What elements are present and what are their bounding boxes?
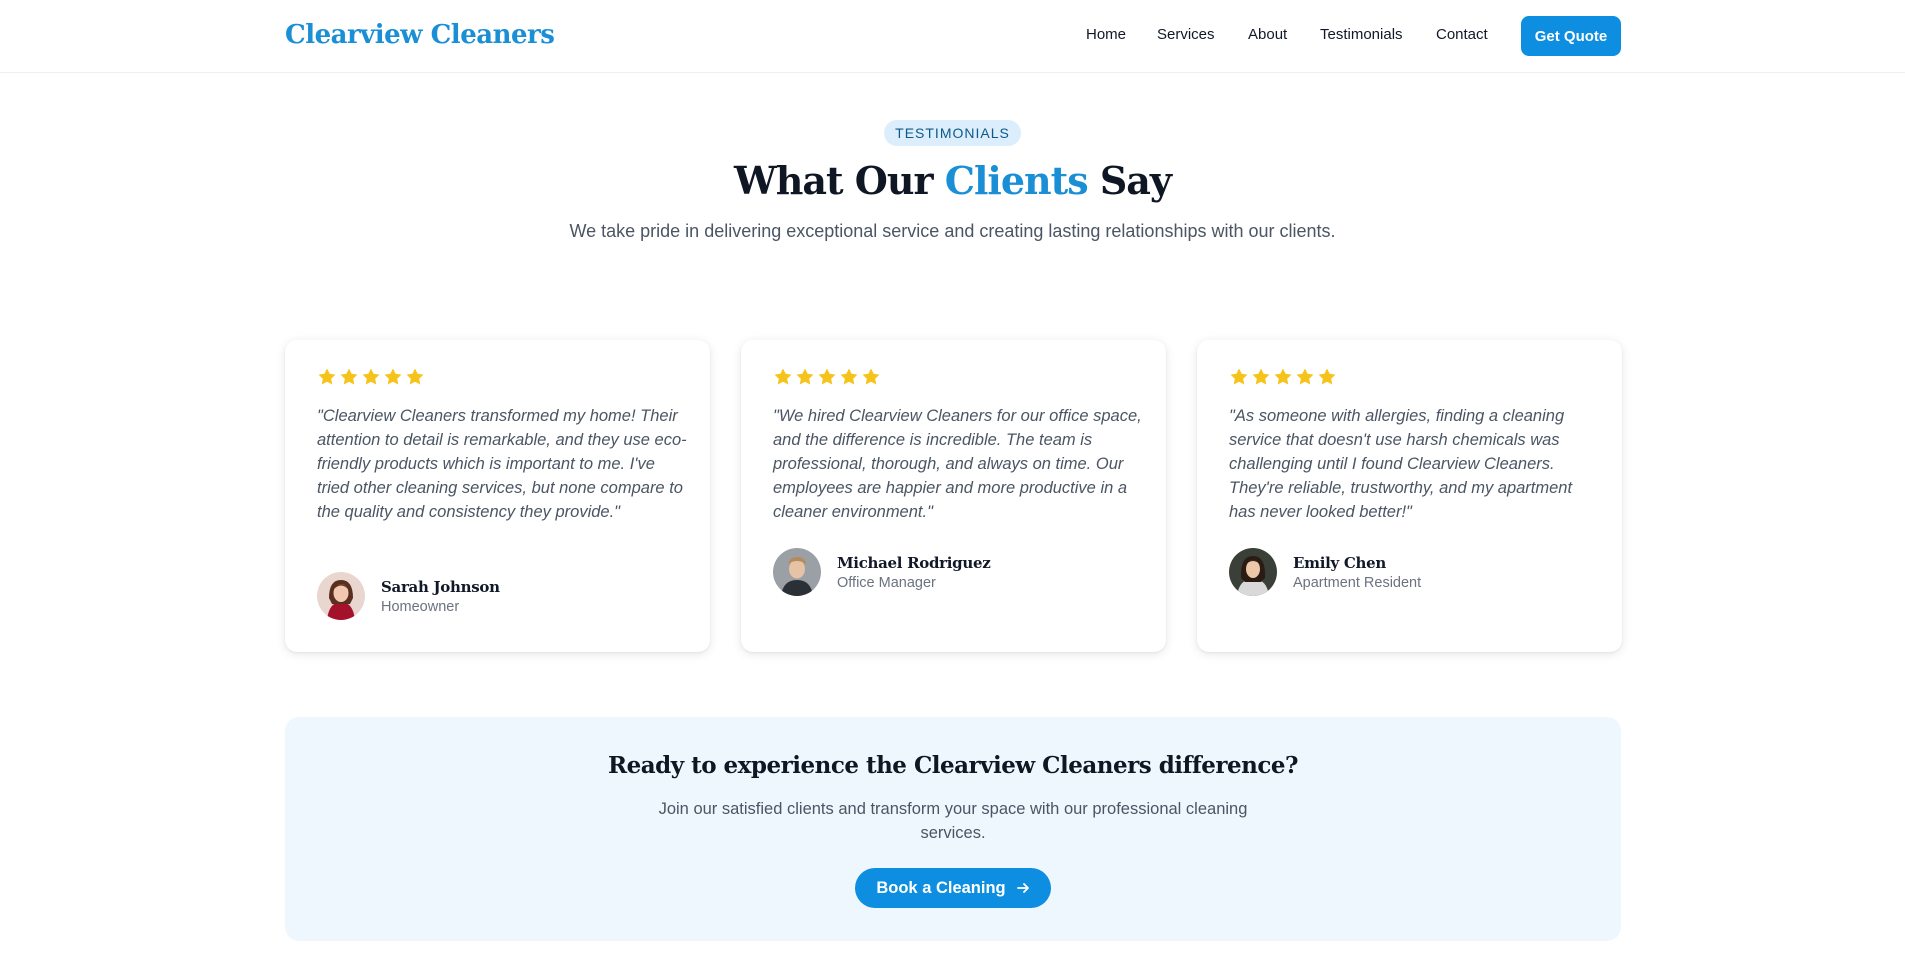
avatar xyxy=(773,548,821,596)
star-icon xyxy=(862,368,880,385)
testimonial-author: Michael Rodriguez Office Manager xyxy=(773,548,991,596)
star-icon xyxy=(1252,368,1270,385)
brand-logo[interactable]: Clearview Cleaners xyxy=(285,20,555,50)
star-icon xyxy=(818,368,836,385)
section-pill: TESTIMONIALS xyxy=(884,120,1021,146)
cta-panel: Ready to experience the Clearview Cleane… xyxy=(285,717,1621,941)
testimonial-quote: "As someone with allergies, finding a cl… xyxy=(1229,407,1573,521)
author-name: Sarah Johnson xyxy=(381,577,500,596)
testimonial-card: "Clearview Cleaners transformed my home!… xyxy=(285,340,710,652)
star-icon xyxy=(796,368,814,385)
nav-about[interactable]: About xyxy=(1248,26,1287,43)
testimonial-card: "As someone with allergies, finding a cl… xyxy=(1197,340,1622,652)
star-icon xyxy=(774,368,792,385)
star-icon xyxy=(1318,368,1336,385)
book-cleaning-button[interactable]: Book a Cleaning xyxy=(855,868,1051,908)
star-rating xyxy=(1229,367,1337,387)
nav-services[interactable]: Services xyxy=(1157,26,1215,43)
cta-title: Ready to experience the Clearview Cleane… xyxy=(607,752,1299,779)
section-subtitle: We take pride in delivering exceptional … xyxy=(569,221,1336,241)
star-icon xyxy=(1296,368,1314,385)
cta-text: Join our satisfied clients and transform… xyxy=(658,800,1248,842)
nav-contact[interactable]: Contact xyxy=(1436,26,1488,43)
get-quote-button[interactable]: Get Quote xyxy=(1521,16,1621,56)
testimonial-quote: "Clearview Cleaners transformed my home!… xyxy=(317,407,687,521)
arrow-right-icon xyxy=(1016,883,1029,893)
star-icon xyxy=(318,368,336,385)
section-title: What Our Clients Say xyxy=(0,158,1905,203)
author-name: Emily Chen xyxy=(1293,553,1386,572)
author-role: Homeowner xyxy=(381,598,460,615)
star-icon xyxy=(406,368,424,385)
author-name: Michael Rodriguez xyxy=(837,553,991,572)
testimonial-card: "We hired Clearview Cleaners for our off… xyxy=(741,340,1166,652)
site-header: Clearview Cleaners Home Services About T… xyxy=(0,0,1905,73)
title-prefix: What Our xyxy=(734,158,933,203)
title-suffix: Say xyxy=(1099,158,1172,203)
star-icon xyxy=(362,368,380,385)
author-role: Apartment Resident xyxy=(1293,574,1422,591)
star-icon xyxy=(340,368,358,385)
star-rating xyxy=(317,367,425,387)
book-cleaning-label: Book a Cleaning xyxy=(876,878,1006,897)
star-icon xyxy=(840,368,858,385)
nav-testimonials[interactable]: Testimonials xyxy=(1320,26,1403,43)
avatar xyxy=(1229,548,1277,596)
star-icon xyxy=(1274,368,1292,385)
star-icon xyxy=(384,368,402,385)
testimonial-author: Sarah Johnson Homeowner xyxy=(317,572,500,620)
avatar xyxy=(317,572,365,620)
star-icon xyxy=(1230,368,1248,385)
title-accent: Clients xyxy=(944,158,1089,203)
testimonial-author: Emily Chen Apartment Resident xyxy=(1229,548,1421,596)
nav-home[interactable]: Home xyxy=(1086,26,1126,43)
author-role: Office Manager xyxy=(837,574,936,591)
star-rating xyxy=(773,367,881,387)
testimonial-quote: "We hired Clearview Cleaners for our off… xyxy=(773,407,1142,521)
